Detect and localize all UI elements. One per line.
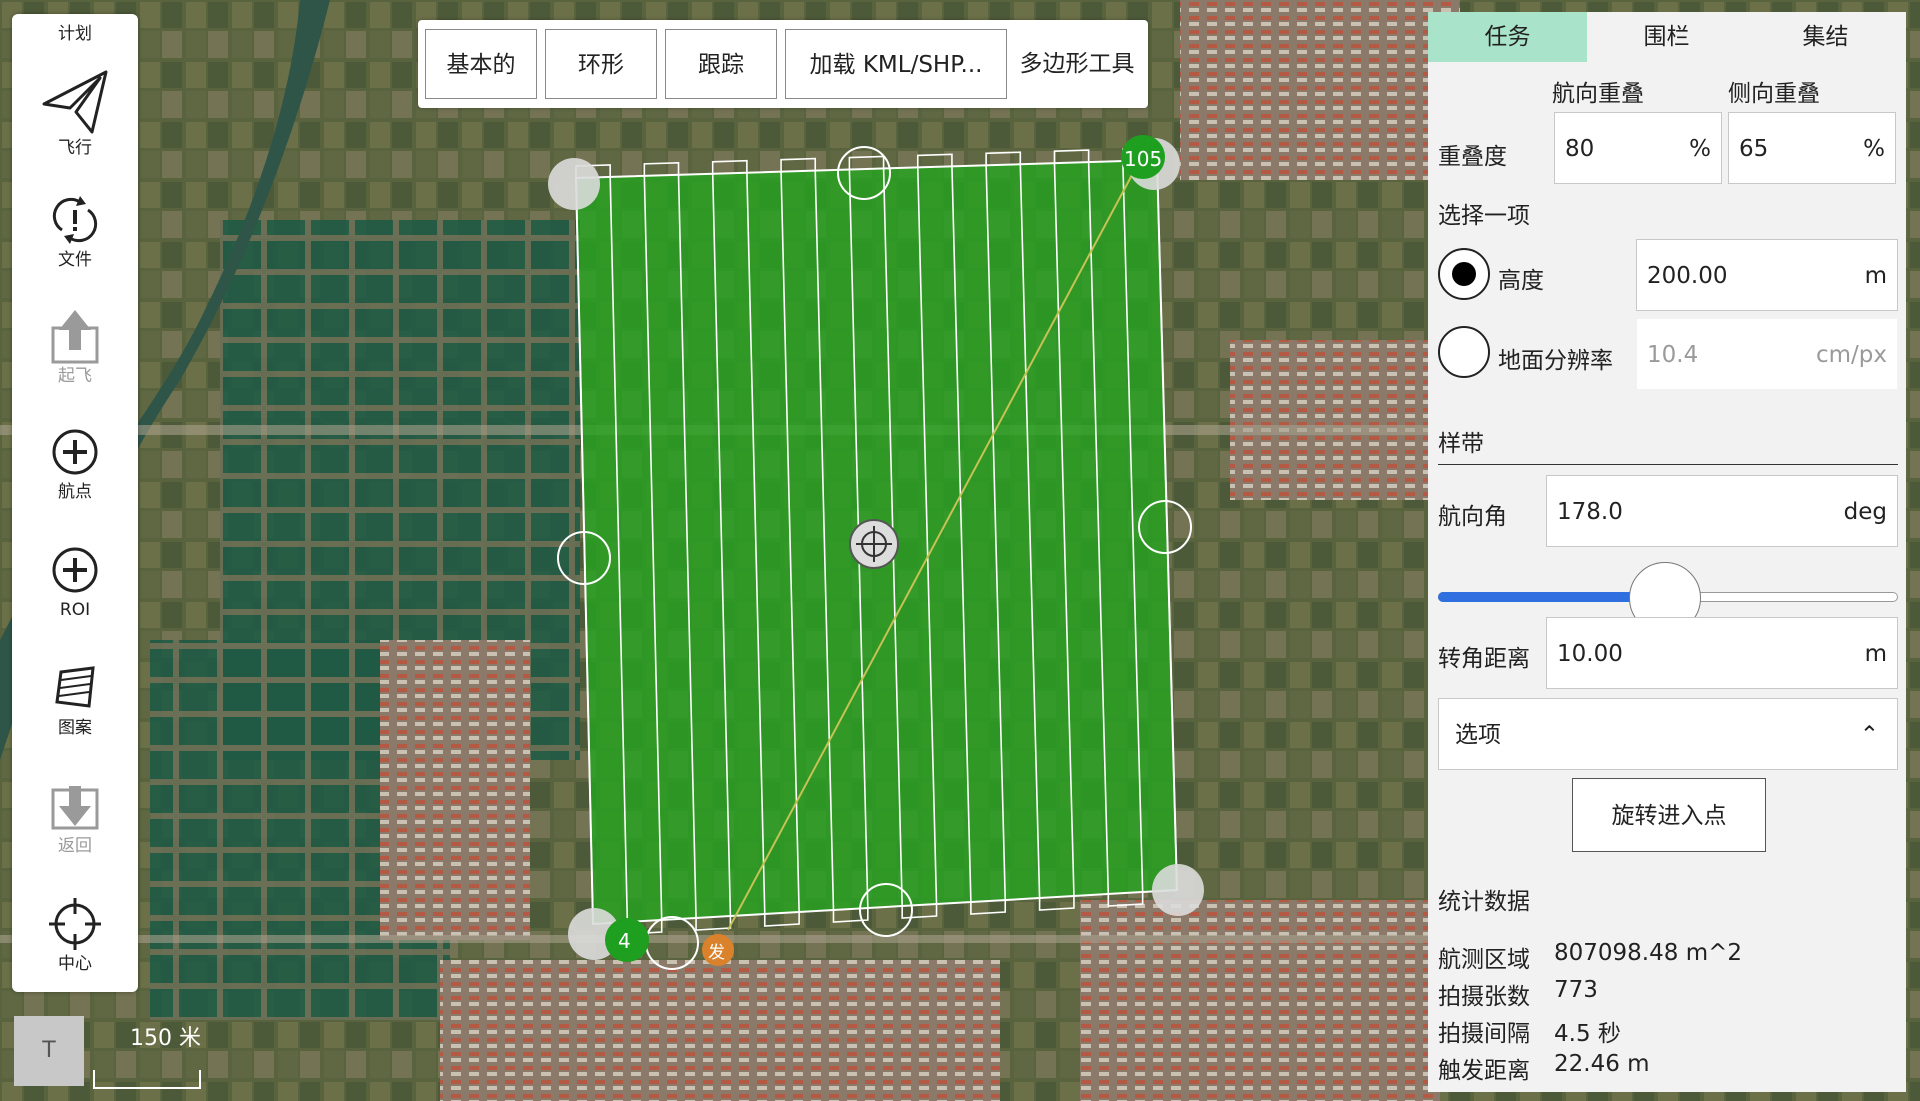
crosshair-icon	[49, 898, 101, 950]
toolbar-item-center[interactable]: 中心	[12, 894, 138, 974]
toolbar-item-pattern[interactable]: 图案	[12, 658, 138, 738]
tab-rally[interactable]: 集结	[1746, 12, 1905, 62]
toolbar-item-takeoff: 起飞	[12, 306, 138, 386]
stats-label: 触发距离	[1438, 1058, 1530, 1084]
terrain-toggle-button[interactable]: T	[14, 1016, 84, 1086]
scale-label: 150 米	[130, 1026, 201, 1051]
toolbar-item-file[interactable]: 文件	[12, 190, 138, 270]
side-overlap-field[interactable]: 65%	[1728, 112, 1896, 184]
pattern-toolbar: 基本的 环形 跟踪 加载 KML/SHP... 多边形工具	[418, 20, 1148, 108]
mission-panel: 任务 围栏 集结 航向重叠 侧向重叠 重叠度 80% 65% 选择一项 高度 2…	[1428, 12, 1906, 1092]
swath-divider	[1438, 464, 1898, 465]
gsd-radio[interactable]	[1438, 326, 1490, 378]
pattern-track-button[interactable]: 跟踪	[665, 29, 777, 99]
load-kml-button[interactable]: 加载 KML/SHP...	[785, 29, 1007, 99]
waypoint-start-label: 4	[618, 929, 631, 953]
pattern-icon	[55, 666, 95, 708]
stats-label: 拍摄张数	[1438, 984, 1530, 1010]
takeoff-icon	[51, 310, 99, 364]
stats-value: 807098.48 m^2	[1554, 940, 1742, 966]
heading-field[interactable]: 178.0 deg	[1546, 475, 1898, 547]
toolbar-item-roi[interactable]: ROI	[12, 540, 138, 620]
heading-label: 航向角	[1438, 504, 1507, 530]
toolbar-title: 计划	[58, 24, 92, 44]
turnaround-label: 转角距离	[1438, 646, 1530, 672]
toolbar-item-fly[interactable]: 飞行	[12, 60, 138, 158]
turnaround-field[interactable]: 10.00 m	[1546, 617, 1898, 689]
gsd-field: 10.4 cm/px	[1636, 318, 1898, 390]
polygon-tool-button[interactable]: 多边形工具	[1010, 29, 1144, 99]
paper-plane-icon	[42, 70, 108, 134]
stats-title: 统计数据	[1438, 889, 1530, 915]
plus-circle-icon	[52, 547, 98, 593]
altitude-label: 高度	[1498, 268, 1544, 294]
stats-label: 拍摄间隔	[1438, 1021, 1530, 1047]
sync-alert-icon	[52, 196, 98, 244]
options-select[interactable]: 选项 ⌃	[1438, 698, 1898, 770]
waypoint-end-label: 105	[1124, 147, 1162, 171]
updown-chevron-icon: ⌃	[1859, 722, 1879, 748]
gsd-label: 地面分辨率	[1498, 348, 1613, 374]
side-overlap-label: 侧向重叠	[1728, 81, 1820, 107]
vertex-handle	[548, 158, 600, 210]
plan-toolbar: 计划 飞行 文件 起飞 航点 ROI 图案 返回 中心	[12, 14, 138, 992]
rotate-entry-button[interactable]: 旋转进入点	[1572, 778, 1766, 852]
toolbar-item-waypoint[interactable]: 航点	[12, 422, 138, 502]
stats-label: 航测区域	[1438, 947, 1530, 973]
pattern-circular-button[interactable]: 环形	[545, 29, 657, 99]
return-icon	[51, 786, 99, 830]
vertex-handle	[1152, 864, 1204, 916]
altitude-radio[interactable]	[1438, 248, 1490, 300]
tab-fence[interactable]: 围栏	[1587, 12, 1746, 62]
pattern-basic-button[interactable]: 基本的	[425, 29, 537, 99]
front-overlap-field[interactable]: 80%	[1554, 112, 1722, 184]
select-one-label: 选择一项	[1438, 203, 1530, 229]
swath-title: 样带	[1438, 431, 1484, 457]
launch-label: 发	[708, 943, 725, 963]
stats-value: 773	[1554, 977, 1598, 1003]
plus-circle-icon	[52, 429, 98, 475]
toolbar-item-return: 返回	[12, 776, 138, 856]
tab-mission[interactable]: 任务	[1428, 12, 1587, 62]
overlap-label: 重叠度	[1438, 144, 1507, 170]
altitude-field[interactable]: 200.00 m	[1636, 239, 1898, 311]
stats-value: 22.46 m	[1554, 1051, 1650, 1077]
stats-value: 4.5 秒	[1554, 1021, 1621, 1047]
front-overlap-label: 航向重叠	[1552, 81, 1644, 107]
